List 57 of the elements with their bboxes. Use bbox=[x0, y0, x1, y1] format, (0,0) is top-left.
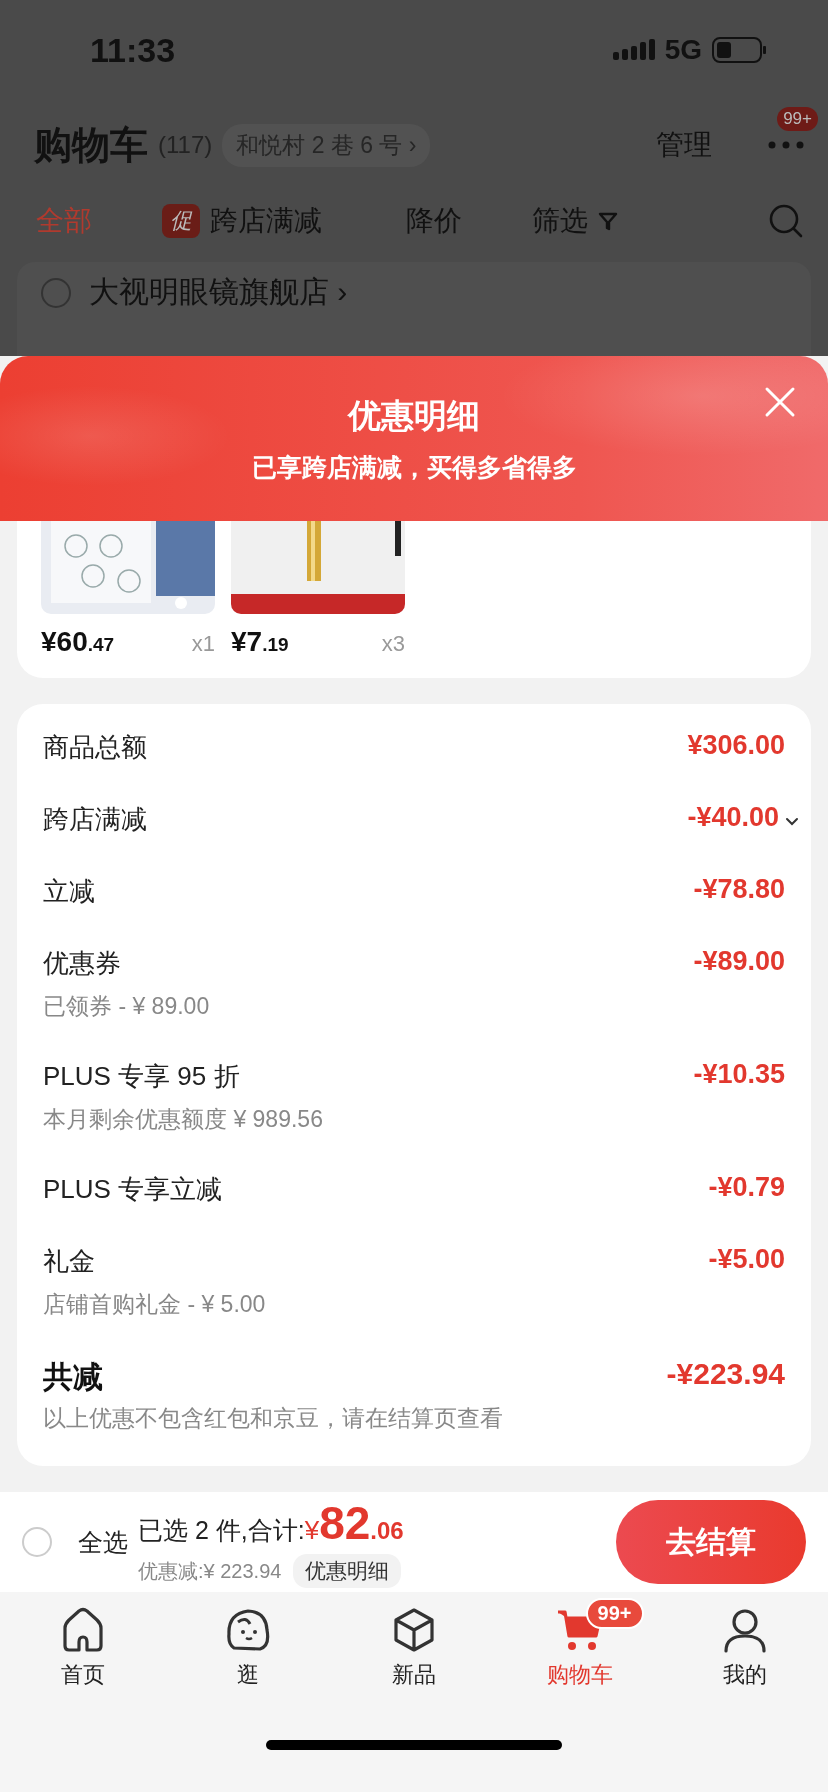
detail-note: 本月剩余优惠额度 ¥ 989.56 bbox=[43, 1105, 324, 1134]
filter-tab[interactable]: 筛选 bbox=[532, 202, 618, 240]
battery-icon bbox=[712, 37, 768, 63]
manage-button[interactable]: 管理 bbox=[650, 125, 718, 165]
nav-item[interactable]: 首页 bbox=[0, 1592, 166, 1694]
store-checkbox[interactable] bbox=[41, 278, 71, 308]
nav-item[interactable]: 我的 bbox=[662, 1592, 828, 1694]
sheet-subtitle: 已享跨店满减，买得多省得多 bbox=[251, 451, 577, 483]
sheet-title: 优惠明细 bbox=[348, 395, 480, 436]
detail-label: 立减 bbox=[43, 875, 96, 908]
item-price: ¥7.19 bbox=[231, 626, 289, 658]
detail-amount: -¥10.35 bbox=[693, 1059, 785, 1090]
filter-icon bbox=[598, 211, 618, 231]
promo-tag: 促 bbox=[162, 204, 200, 238]
item-price: ¥60.47 bbox=[41, 626, 115, 658]
detail-amount: -¥89.00 bbox=[693, 946, 785, 977]
page-title: 购物车 bbox=[34, 122, 148, 168]
detail-amount: -¥40.00 bbox=[687, 802, 779, 833]
detail-note: 已领券 - ¥ 89.00 bbox=[43, 992, 211, 1021]
nav-item[interactable]: 99+ 购物车 bbox=[496, 1592, 663, 1694]
select-all-label[interactable]: 全选 bbox=[78, 1525, 128, 1559]
cart-badge: 99+ bbox=[585, 1598, 644, 1629]
detail-label: PLUS 专享 95 折 bbox=[43, 1060, 241, 1093]
filter-tab[interactable]: 促 跨店满减 bbox=[162, 202, 322, 240]
detail-label: PLUS 专享立减 bbox=[43, 1173, 224, 1206]
close-icon[interactable] bbox=[764, 386, 796, 418]
detail-amount: -¥5.00 bbox=[708, 1244, 785, 1275]
detail-label: 跨店满减 bbox=[43, 803, 148, 836]
summary-label: 已选 2 件,合计: bbox=[138, 1515, 305, 1546]
detail-label: 优惠券 bbox=[43, 947, 122, 980]
network-label: 5G bbox=[664, 34, 702, 66]
nav-item[interactable]: 新品 bbox=[331, 1592, 497, 1694]
detail-note: 店铺首购礼金 - ¥ 5.00 bbox=[43, 1290, 267, 1319]
nav-item[interactable]: 逛 bbox=[165, 1592, 332, 1694]
detail-amount: -¥0.79 bbox=[708, 1172, 785, 1203]
chevron-icon[interactable] bbox=[785, 816, 799, 826]
status-time: 11:33 bbox=[90, 30, 176, 70]
detail-label: 礼金 bbox=[43, 1245, 96, 1278]
total-price: ¥82.06 bbox=[304, 1496, 404, 1550]
discount-text: 优惠减:¥ 223.94 bbox=[138, 1558, 282, 1584]
store-name[interactable]: 大视明眼镜旗舰店 › bbox=[89, 272, 348, 313]
item-quantity: x1 bbox=[191, 631, 215, 657]
filter-tab[interactable]: 降价 bbox=[406, 202, 462, 240]
notification-badge: 99+ bbox=[777, 107, 818, 131]
select-all-checkbox[interactable] bbox=[22, 1527, 52, 1557]
details-button[interactable]: 优惠明细 bbox=[293, 1554, 402, 1588]
details-footnote: 以上优惠不包含红包和京豆，请在结算页查看 bbox=[43, 1404, 504, 1433]
detail-amount: -¥78.80 bbox=[693, 874, 785, 905]
checkout-button[interactable]: 去结算 bbox=[616, 1500, 806, 1584]
detail-label: 共减 bbox=[43, 1359, 104, 1395]
more-icon[interactable] bbox=[768, 141, 804, 149]
detail-label: 商品总额 bbox=[43, 731, 148, 764]
detail-amount: ¥306.00 bbox=[687, 730, 785, 761]
signal-icon bbox=[612, 39, 655, 61]
search-icon[interactable] bbox=[768, 203, 804, 239]
detail-amount: -¥223.94 bbox=[666, 1357, 785, 1391]
item-quantity: x3 bbox=[381, 631, 405, 657]
